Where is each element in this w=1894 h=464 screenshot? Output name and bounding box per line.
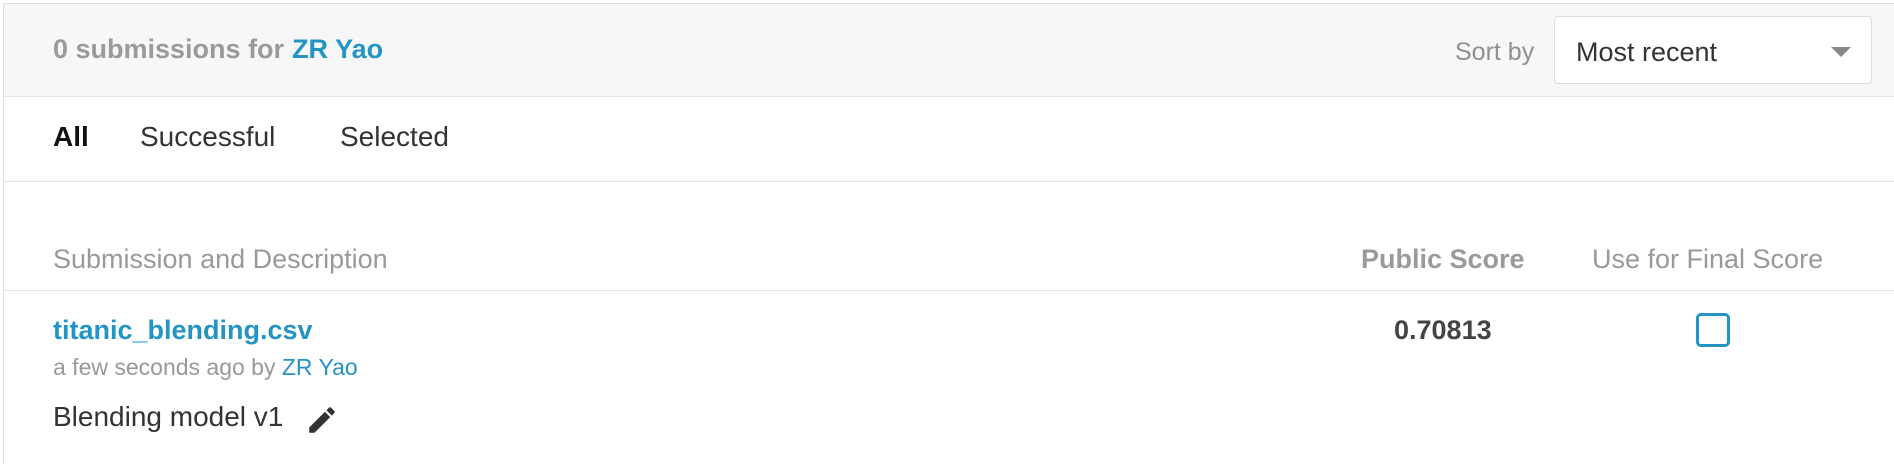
pencil-icon[interactable]: [305, 403, 339, 437]
submission-time: a few seconds ago by: [53, 354, 276, 380]
sort-value: Most recent: [1576, 37, 1718, 67]
user-link[interactable]: ZR Yao: [292, 34, 383, 64]
submission-meta: a few seconds ago by ZR Yao: [53, 354, 358, 381]
column-header-public-score: Public Score: [1361, 244, 1525, 274]
table-divider: [4, 290, 1894, 291]
submission-description: Blending model v1: [53, 401, 284, 432]
submissions-title: 0 submissions for ZR Yao: [53, 34, 383, 65]
tab-selected[interactable]: Selected: [340, 121, 449, 153]
tab-all[interactable]: All: [53, 121, 89, 153]
submission-author-link[interactable]: ZR Yao: [282, 354, 358, 380]
column-header-final-score: Use for Final Score: [1592, 244, 1824, 274]
sort-dropdown[interactable]: Most recent: [1554, 16, 1872, 84]
public-score-value: 0.70813: [1394, 315, 1492, 345]
caret-down-icon: [1831, 47, 1851, 57]
use-for-final-score-checkbox[interactable]: [1696, 313, 1730, 347]
submissions-header: 0 submissions for ZR Yao Sort by Most rec…: [4, 4, 1894, 97]
submissions-panel: 0 submissions for ZR Yao Sort by Most rec…: [3, 3, 1894, 464]
submission-file-link[interactable]: titanic_blending.csv: [53, 315, 313, 346]
tab-successful[interactable]: Successful: [140, 121, 275, 153]
filter-tabs: All Successful Selected: [4, 96, 1894, 182]
submission-count: 0 submissions for: [53, 34, 285, 64]
column-header-submission: Submission and Description: [53, 244, 388, 274]
sort-label: Sort by: [1455, 38, 1535, 66]
